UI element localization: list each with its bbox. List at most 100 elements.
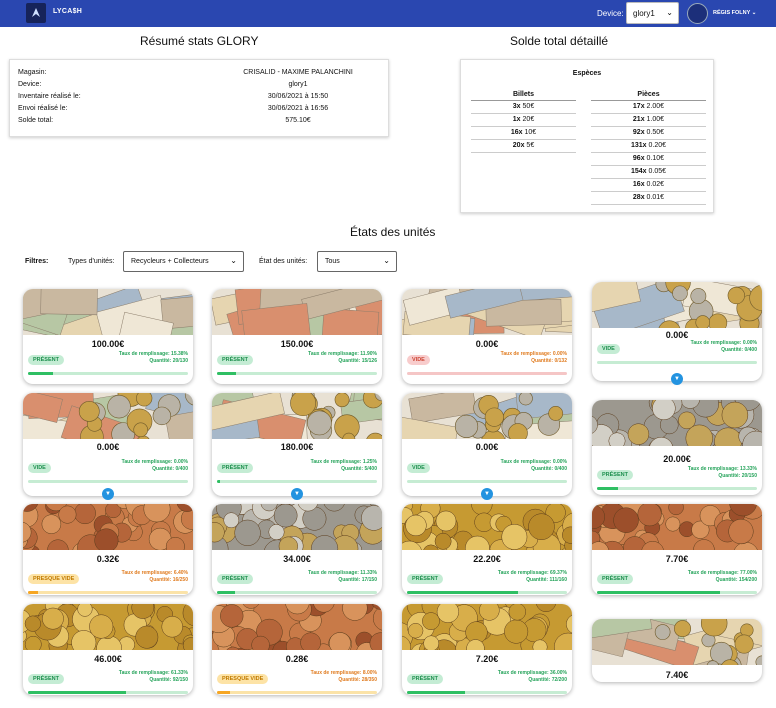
unit-card[interactable]: 150.00€ PRÉSENT Taux de remplissage: 11.90… (212, 289, 382, 384)
quantity-text: Quantité: 0/132 (531, 358, 567, 364)
summary-value: 30/06/2021 à 16:56 (267, 105, 329, 112)
unit-card[interactable]: 0.28€ PRESQUE VIDE Taux de remplissage: 8.… (212, 604, 382, 695)
denom-value: 0.50€ (646, 129, 665, 136)
fill-rate: Taux de remplissage: 13.33% Quantité: 20/… (688, 466, 757, 480)
unit-state-select[interactable]: Tous ⌄ (317, 251, 397, 272)
unit-type-label: Types d'unités: (68, 258, 115, 265)
fill-progress-bar (217, 691, 377, 694)
unit-image (592, 504, 762, 568)
denom-qty: 28x (632, 194, 645, 201)
expand-chevron-icon[interactable]: ▼ (671, 373, 683, 385)
user-menu[interactable]: RÉGIS FOLNY ⌄ (713, 10, 756, 16)
unit-amount: 22.20€ (473, 554, 501, 564)
unit-image (212, 393, 382, 453)
denom-qty: 92x (632, 129, 645, 136)
fill-rate: Taux de remplissage: 11.90% Quantité: 15/… (308, 351, 377, 365)
billets-header: Billets (471, 91, 576, 101)
unit-image (402, 393, 572, 459)
unit-image (212, 289, 382, 349)
piece-row: 96x 0.10€ (591, 153, 706, 166)
unit-card[interactable]: 0.32€ PRESQUE VIDE Taux de remplissage: 6.… (23, 504, 193, 595)
summary-value: 30/06/2021 à 15:50 (267, 93, 329, 100)
unit-card[interactable]: 34.00€ PRÉSENT Taux de remplissage: 11.33%… (212, 504, 382, 595)
piece-row: 17x 2.00€ (591, 101, 706, 114)
unit-image (402, 504, 572, 567)
summary-key: Solde total: (18, 117, 54, 124)
unit-image (23, 504, 193, 566)
piece-row: 16x 0.02€ (591, 179, 706, 192)
denom-qty: 131x (630, 142, 647, 149)
brand-name: LYCA$H (53, 8, 83, 15)
lycash-logo[interactable] (26, 3, 46, 23)
unit-type-select[interactable]: Recycleurs + Collecteurs ⌄ (123, 251, 244, 272)
unit-amount: 150.00€ (280, 339, 314, 349)
fill-rate-text: Taux de remplissage: 15.38% (118, 351, 188, 357)
denom-qty: 16x (632, 181, 645, 188)
fill-rate: Taux de remplissage: 1.25% Quantité: 5/40… (311, 459, 377, 473)
fill-progress-bar (28, 691, 188, 694)
unit-card[interactable]: 7.40€ (592, 619, 762, 682)
unit-image (592, 400, 762, 464)
unit-card[interactable]: 7.20€ PRÉSENT Taux de remplissage: 36.00% Q… (402, 604, 572, 695)
denom-qty: 21x (632, 116, 645, 123)
unit-image (402, 604, 572, 667)
fill-progress-bar (407, 480, 567, 483)
status-badge: PRÉSENT (28, 674, 64, 684)
denom-value: 2.00€ (646, 103, 665, 110)
fill-rate: Taux de remplissage: 0.00% Quantité: 0/40… (691, 340, 757, 354)
unit-card[interactable]: 180.00€ PRÉSENT Taux de remplissage: 1.25%… (212, 393, 382, 496)
expand-chevron-icon[interactable]: ▼ (291, 488, 303, 500)
device-select[interactable]: glory1 ⌄ (626, 2, 679, 24)
fill-progress-bar (597, 487, 757, 490)
denom-qty: 16x (510, 129, 523, 136)
quantity-text: Quantité: 28/350 (338, 677, 377, 683)
fill-rate: Taux de remplissage: 8.00% Quantité: 28/3… (311, 670, 377, 684)
piece-row: 21x 1.00€ (591, 114, 706, 127)
quantity-text: Quantité: 15/126 (338, 358, 377, 364)
unit-card[interactable]: 46.00€ PRÉSENT Taux de remplissage: 61.33%… (23, 604, 193, 695)
fill-rate: Taux de remplissage: 36.00% Quantité: 72/… (498, 670, 567, 684)
unit-card[interactable]: 0.00€ VIDE Taux de remplissage: 0.00% Quant… (402, 393, 572, 496)
unit-amount: 7.70€ (665, 554, 689, 564)
denom-qty: 3x (512, 103, 521, 110)
fill-progress-bar (217, 591, 377, 594)
quantity-text: Quantité: 20/130 (149, 358, 188, 364)
billet-row: 1x 20€ (471, 114, 576, 127)
expand-chevron-icon[interactable]: ▼ (102, 488, 114, 500)
quantity-text: Quantité: 72/200 (528, 677, 567, 683)
expand-chevron-icon[interactable]: ▼ (481, 488, 493, 500)
unit-image (23, 604, 193, 663)
quantity-text: Quantité: 20/150 (718, 473, 757, 479)
unit-amount: 46.00€ (94, 654, 122, 664)
unit-amount: 7.40€ (665, 670, 689, 680)
denom-value: 5€ (526, 142, 535, 149)
unit-card[interactable]: 7.70€ PRÉSENT Taux de remplissage: 77.00% Q… (592, 504, 762, 595)
unit-card[interactable]: 0.00€ VIDE Taux de remplissage: 0.00% Quant… (402, 289, 572, 384)
unit-amount: 7.20€ (475, 654, 499, 664)
denom-qty: 96x (632, 155, 645, 162)
denom-qty: 17x (632, 103, 645, 110)
units-title: États des unités (350, 225, 436, 239)
unit-amount: 34.00€ (283, 554, 311, 564)
status-badge: PRÉSENT (217, 574, 253, 584)
piece-row: 28x 0.01€ (591, 192, 706, 205)
fill-rate: Taux de remplissage: 6.40% Quantité: 16/2… (122, 570, 188, 584)
billet-row: 16x 10€ (471, 127, 576, 140)
denom-value: 0.05€ (648, 168, 667, 175)
unit-card[interactable]: 0.00€ VIDE Taux de remplissage: 0.00% Quant… (23, 393, 193, 496)
denom-qty: 1x (512, 116, 521, 123)
fill-progress-bar (597, 591, 757, 594)
quantity-text: Quantité: 16/250 (149, 577, 188, 583)
user-avatar[interactable] (687, 3, 708, 24)
summary-key: Inventaire réalisé le: (18, 93, 81, 100)
unit-card[interactable]: 0.00€ VIDE Taux de remplissage: 0.00% Quant… (592, 282, 762, 381)
status-badge: VIDE (407, 463, 430, 473)
unit-card[interactable]: 20.00€ PRÉSENT Taux de remplissage: 13.33%… (592, 400, 762, 495)
status-badge: PRÉSENT (217, 355, 253, 365)
fill-rate: Taux de remplissage: 0.00% Quantité: 0/13… (501, 351, 567, 365)
unit-card[interactable]: 22.20€ PRÉSENT Taux de remplissage: 69.37%… (402, 504, 572, 595)
fill-progress-bar (407, 372, 567, 375)
status-badge: PRÉSENT (217, 463, 253, 473)
unit-card[interactable]: 100.00€ PRÉSENT Taux de remplissage: 15.38… (23, 289, 193, 384)
fill-progress-bar (217, 480, 377, 483)
